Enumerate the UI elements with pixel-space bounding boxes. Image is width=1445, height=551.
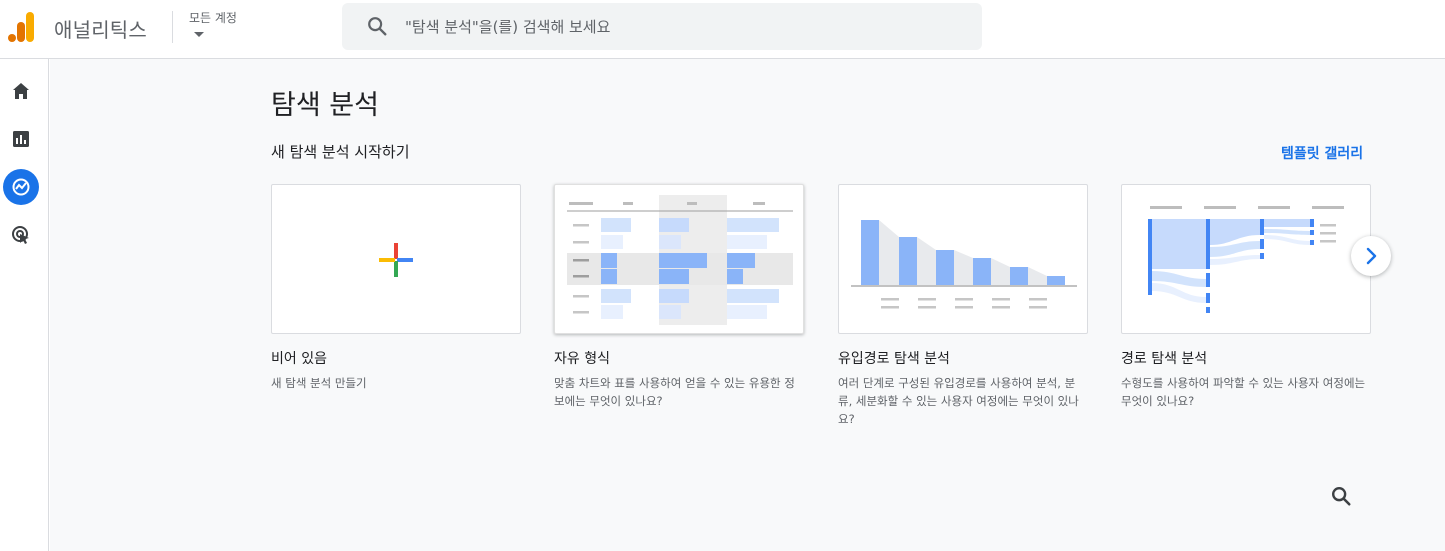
card-blank-thumbnail[interactable] xyxy=(271,184,521,334)
nav-advertising[interactable] xyxy=(3,217,39,253)
search-bar[interactable]: "탐색 분석"을(를) 검색해 보세요 xyxy=(342,3,982,50)
card-free-form[interactable]: 자유 형식 맞춤 차트와 표를 사용하여 얻을 수 있는 유용한 정보에는 무엇… xyxy=(554,184,804,410)
card-free-form-title: 자유 형식 xyxy=(554,351,610,367)
card-path-thumbnail[interactable] xyxy=(1121,184,1371,334)
card-funnel-title: 유입경로 탐색 분석 xyxy=(838,351,950,367)
card-blank-desc: 새 탐색 분석 만들기 xyxy=(271,376,367,390)
path-tree-illustration xyxy=(1148,206,1344,313)
section-title: 새 탐색 분석 시작하기 xyxy=(271,143,410,161)
chevron-right-icon xyxy=(1366,247,1377,265)
reports-icon xyxy=(13,131,29,147)
left-nav xyxy=(0,59,49,551)
page-title: 탐색 분석 xyxy=(271,90,379,121)
header-divider xyxy=(172,11,173,43)
analytics-logo[interactable] xyxy=(8,12,36,42)
card-path[interactable]: 경로 탐색 분석 수형도를 사용하여 파악할 수 있는 사용자 여정에는 무엇이… xyxy=(1121,184,1371,410)
funnel-illustration xyxy=(851,220,1077,309)
card-funnel-thumbnail[interactable] xyxy=(838,184,1088,334)
plus-icon xyxy=(379,243,413,277)
free-form-table-illustration xyxy=(567,195,793,325)
nav-reports[interactable] xyxy=(3,121,39,157)
app-title: 애널리틱스 xyxy=(54,18,147,42)
main-content: 탐색 분석 새 탐색 분석 시작하기 템플릿 갤러리 비어 있음 새 탐색 분석… xyxy=(50,59,1445,551)
nav-home[interactable] xyxy=(3,73,39,109)
card-blank[interactable]: 비어 있음 새 탐색 분석 만들기 xyxy=(271,184,521,392)
account-selector-label[interactable]: 모든 계정 xyxy=(189,9,237,26)
carousel-next-button[interactable] xyxy=(1351,236,1391,276)
advertising-icon xyxy=(12,226,29,244)
search-icon xyxy=(368,17,387,36)
nav-explore[interactable] xyxy=(3,169,39,205)
top-bar: 애널리틱스 모든 계정 "탐색 분석"을(를) 검색해 보세요 xyxy=(0,0,1445,59)
card-funnel[interactable]: 유입경로 탐색 분석 여러 단계로 구성된 유입경로를 사용하여 분석, 분류,… xyxy=(838,184,1088,428)
card-blank-title: 비어 있음 xyxy=(271,351,327,367)
account-caret-icon[interactable] xyxy=(194,32,204,37)
card-free-form-thumbnail[interactable] xyxy=(554,184,804,334)
card-path-title: 경로 탐색 분석 xyxy=(1121,351,1208,367)
card-free-form-desc: 맞춤 차트와 표를 사용하여 얻을 수 있는 유용한 정보에는 무엇이 있나요? xyxy=(554,376,795,408)
home-icon xyxy=(13,83,29,99)
card-path-desc: 수형도를 사용하여 파악할 수 있는 사용자 여정에는 무엇이 있나요? xyxy=(1121,376,1366,408)
template-gallery-link[interactable]: 템플릿 갤러리 xyxy=(1281,143,1363,163)
card-funnel-desc: 여러 단계로 구성된 유입경로를 사용하여 분석, 분류, 세분화할 수 있는 … xyxy=(838,376,1079,426)
explore-icon xyxy=(12,178,30,196)
floating-search-icon[interactable] xyxy=(1330,485,1352,507)
search-placeholder[interactable]: "탐색 분석"을(를) 검색해 보세요 xyxy=(405,16,610,37)
